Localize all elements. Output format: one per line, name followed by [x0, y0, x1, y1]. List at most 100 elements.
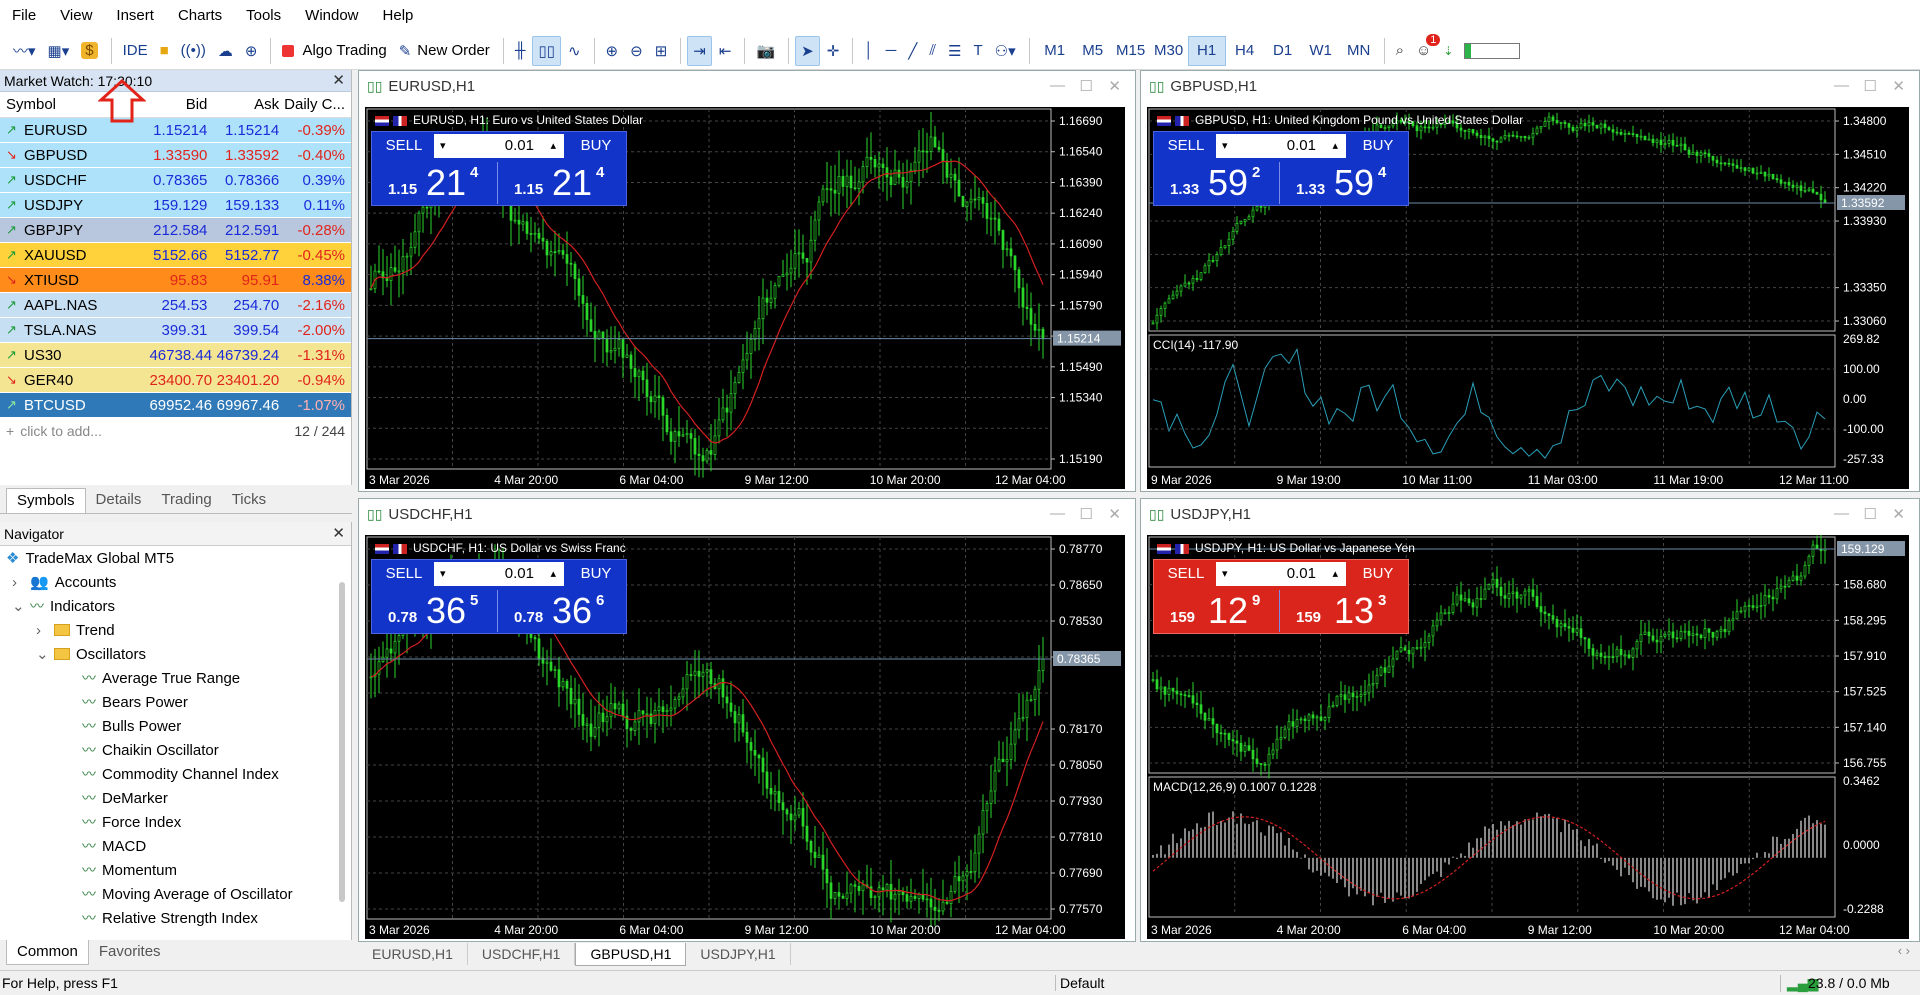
timeframe-d1[interactable]: D1 [1264, 36, 1302, 66]
crosshair-icon[interactable]: ✛ [822, 36, 845, 66]
close-icon[interactable]: ✕ [1892, 77, 1905, 95]
line-chart-icon[interactable]: ∿ [563, 36, 586, 66]
nav-indicator-item[interactable]: 〰 Momentum [0, 858, 351, 882]
market-watch-row[interactable]: ↗ USDCHF 0.78365 0.78366 0.39% [0, 168, 351, 193]
horizontal-line-icon[interactable]: ─ [881, 36, 902, 66]
chart-plot[interactable]: 1.16690 1.16540 1.16390 1.16240 1.16090 1.159… [365, 107, 1125, 489]
buy-button[interactable]: BUY [1348, 134, 1408, 158]
buy-price[interactable]: 1.33 59 4 [1282, 162, 1406, 204]
tab-favorites[interactable]: Favorites [89, 940, 171, 965]
add-symbol-row[interactable]: + click to add... 12 / 244 [0, 418, 351, 444]
volume-up-icon[interactable]: ▴ [1332, 134, 1338, 158]
buy-button[interactable]: BUY [566, 134, 626, 158]
market-watch-row[interactable]: ↗ USDJPY 159.129 159.133 0.11% [0, 193, 351, 218]
candlestick-icon[interactable]: ▯▯ [532, 35, 561, 66]
volume-down-icon[interactable]: ▾ [1222, 134, 1228, 158]
chart-window[interactable]: ▯▯ USDJPY,H1 — ☐ ✕ 159.129 158.680 158.295… [1140, 498, 1920, 942]
templates-icon[interactable]: ▦▾ [43, 36, 75, 66]
nav-indicator-item[interactable]: 〰 Average True Range [0, 666, 351, 690]
vps-icon[interactable]: ⊕ [240, 36, 263, 66]
chart-tab-gbpusd[interactable]: GBPUSD,H1 [575, 943, 687, 966]
volume-input[interactable]: ▾ 0.01 ▴ [434, 134, 564, 158]
bar-chart-icon[interactable]: ╫ [510, 36, 531, 66]
cloud-icon[interactable]: ☁ [213, 36, 238, 66]
chart-tab-usdjpy[interactable]: USDJPY,H1 [686, 943, 791, 965]
close-icon[interactable]: ✕ [332, 522, 345, 546]
chart-shift-icon[interactable]: ⇤ [714, 36, 737, 66]
chart-type-icon[interactable]: 〰▾ [8, 36, 41, 66]
maximize-icon[interactable]: ☐ [1864, 505, 1877, 523]
cursor-icon[interactable]: ➤ [795, 35, 820, 66]
zoom-in-icon[interactable]: ⊕ [601, 36, 624, 66]
menu-file[interactable]: File [0, 0, 48, 32]
nav-indicator-item[interactable]: 〰 Commodity Channel Index [0, 762, 351, 786]
tab-details[interactable]: Details [86, 488, 152, 513]
market-watch-row[interactable]: ↗ US30 46738.44 46739.24 -1.31% [0, 343, 351, 368]
volume-up-icon[interactable]: ▴ [550, 562, 556, 586]
market-watch-row[interactable]: ↗ XAUUSD 5152.66 5152.77 -0.45% [0, 243, 351, 268]
nav-scrollbar[interactable] [339, 582, 345, 902]
sell-price[interactable]: 1.33 59 2 [1156, 162, 1280, 204]
menu-tools[interactable]: Tools [234, 0, 293, 32]
minimize-icon[interactable]: — [1050, 77, 1065, 94]
ide-button[interactable]: IDE [118, 36, 153, 66]
market-watch-row[interactable]: ↘ GER40 23400.70 23401.20 -0.94% [0, 368, 351, 393]
buy-price[interactable]: 1.15 21 4 [500, 162, 624, 204]
buy-button[interactable]: BUY [1348, 562, 1408, 586]
col-ask[interactable]: Ask [211, 96, 283, 113]
shapes-icon[interactable]: ⚇▾ [990, 36, 1021, 66]
tab-trading[interactable]: Trading [151, 488, 221, 513]
buy-button[interactable]: BUY [566, 562, 626, 586]
close-icon[interactable]: ✕ [1892, 505, 1905, 523]
nav-root[interactable]: ❖ TradeMax Global MT5 [0, 546, 351, 570]
sell-button[interactable]: SELL [374, 562, 434, 586]
sell-button[interactable]: SELL [1156, 562, 1216, 586]
sell-price[interactable]: 0.78 36 5 [374, 590, 498, 632]
col-bid[interactable]: Bid [150, 96, 212, 113]
chart-window[interactable]: ▯▯ EURUSD,H1 — ☐ ✕ 1.16690 1.16540 1.16390… [358, 70, 1136, 492]
timeframe-m1[interactable]: M1 [1036, 36, 1074, 66]
nav-indicator-item[interactable]: 〰 Force Index [0, 810, 351, 834]
volume-input[interactable]: ▾ 0.01 ▴ [1216, 134, 1346, 158]
menu-window[interactable]: Window [293, 0, 370, 32]
volume-down-icon[interactable]: ▾ [1222, 562, 1228, 586]
dollar-icon[interactable]: $ [76, 36, 102, 66]
minimize-icon[interactable]: — [1834, 505, 1849, 522]
chart-tab-eurusd[interactable]: EURUSD,H1 [358, 943, 468, 965]
volume-up-icon[interactable]: ▴ [550, 134, 556, 158]
market-watch-row[interactable]: ↗ AAPL.NAS 254.53 254.70 -2.16% [0, 293, 351, 318]
chart-window[interactable]: ▯▯ GBPUSD,H1 — ☐ ✕ 1.34800 1.34510 1.34220… [1140, 70, 1920, 492]
menu-view[interactable]: View [48, 0, 104, 32]
market-watch-row[interactable]: ↗ GBPJPY 212.584 212.591 -0.28% [0, 218, 351, 243]
market-watch-row[interactable]: ↘ XTIUSD 95.83 95.91 8.38% [0, 268, 351, 293]
market-watch-row[interactable]: ↗ TSLA.NAS 399.31 399.54 -2.00% [0, 318, 351, 343]
menu-help[interactable]: Help [371, 0, 426, 32]
nav-accounts[interactable]: › 👥 Accounts [0, 570, 351, 594]
nav-indicator-item[interactable]: 〰 Moving Average of Oscillator [0, 882, 351, 906]
volume-down-icon[interactable]: ▾ [440, 134, 446, 158]
chart-plot[interactable]: 159.129 158.680 158.295 157.910 157.525 157.1… [1147, 534, 1909, 939]
volume-input[interactable]: ▾ 0.01 ▴ [434, 562, 564, 586]
timeframe-m30[interactable]: M30 [1150, 36, 1188, 66]
col-daily-change[interactable]: Daily C... [283, 96, 351, 113]
timeframe-mn[interactable]: MN [1340, 36, 1378, 66]
screenshot-icon[interactable]: 📷 [751, 36, 780, 66]
chart-window[interactable]: ▯▯ USDCHF,H1 — ☐ ✕ 0.78770 0.78650 0.78530… [358, 498, 1136, 942]
signal-strength-icon[interactable]: ⇣ [1438, 36, 1458, 66]
search-icon[interactable]: ⌕ [1391, 36, 1409, 66]
timeframe-h1[interactable]: H1 [1187, 35, 1226, 66]
close-icon[interactable]: ✕ [1108, 505, 1121, 523]
market-watch-row[interactable]: ↗ BTCUSD 69952.46 69967.46 -1.07% [0, 393, 351, 418]
tabs-scroll-icon[interactable]: ‹ › [1898, 943, 1910, 958]
vertical-line-icon[interactable]: │ [859, 36, 878, 66]
minimize-icon[interactable]: — [1834, 77, 1849, 94]
nav-indicator-item[interactable]: 〰 Bulls Power [0, 714, 351, 738]
maximize-icon[interactable]: ☐ [1864, 77, 1877, 95]
nav-indicators[interactable]: ⌄ 〰 Indicators [0, 594, 351, 618]
volume-down-icon[interactable]: ▾ [440, 562, 446, 586]
sell-button[interactable]: SELL [374, 134, 434, 158]
algo-trading-button[interactable]: Algo Trading [277, 36, 391, 66]
chart-plot[interactable]: 0.787700.786500.785300.784100.783650.781… [365, 535, 1125, 939]
nav-indicator-item[interactable]: 〰 DeMarker [0, 786, 351, 810]
sell-price[interactable]: 1.15 21 4 [374, 162, 498, 204]
